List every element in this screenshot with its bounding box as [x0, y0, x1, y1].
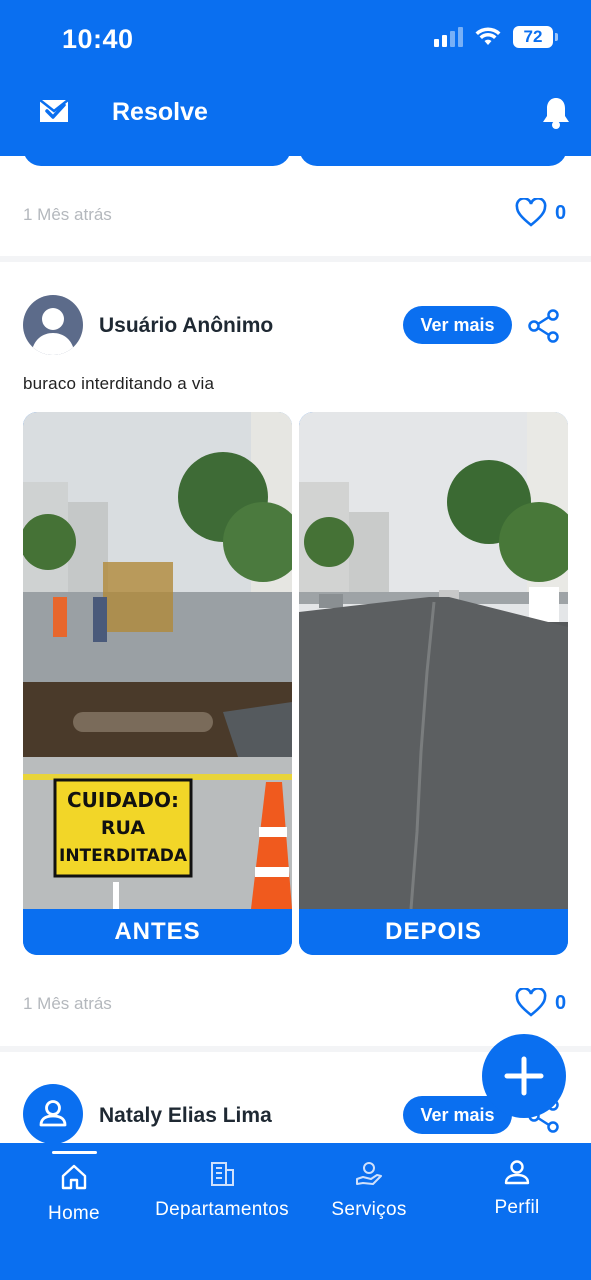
nav-servicos-label: Serviços — [331, 1199, 407, 1220]
home-icon — [61, 1164, 87, 1190]
nav-perfil[interactable]: Perfil — [486, 1159, 548, 1219]
bell-icon[interactable] — [541, 96, 571, 130]
previous-post-like[interactable]: 0 — [515, 198, 566, 228]
nav-active-indicator — [52, 1151, 97, 1154]
app-header: 10:40 72 Resolve — [0, 0, 591, 156]
status-time: 10:40 — [62, 24, 134, 54]
building-icon — [211, 1162, 234, 1186]
signal-icon — [434, 27, 463, 47]
screen: 10:40 72 Resolve 1 Mês atrás 0 Usuário A… — [0, 0, 591, 1280]
post-divider — [0, 256, 591, 262]
next-post-user-name[interactable]: Nataly Elias Lima — [99, 1104, 272, 1128]
nav-departamentos-label: Departamentos — [155, 1199, 289, 1220]
plus-icon — [504, 1056, 544, 1096]
battery-icon: 72 — [513, 26, 558, 48]
sign-text-1: CUIDADO: — [67, 788, 179, 812]
wifi-icon — [475, 27, 501, 45]
post-text: buraco interditando a via — [23, 374, 215, 393]
avatar[interactable] — [23, 295, 83, 355]
heart-icon — [515, 988, 547, 1017]
status-icons: 72 — [434, 26, 558, 48]
person-icon — [39, 1100, 67, 1127]
post-time: 1 Mês atrás — [23, 994, 112, 1013]
post-like[interactable]: 0 — [515, 988, 566, 1018]
after-photo-image — [299, 412, 568, 909]
photo-after[interactable]: DEPOIS — [299, 412, 568, 955]
previous-post-time: 1 Mês atrás — [23, 205, 112, 224]
share-icon[interactable] — [527, 309, 561, 343]
nav-departamentos[interactable]: Departamentos — [148, 1159, 296, 1221]
like-count: 0 — [555, 201, 567, 224]
ver-mais-button[interactable]: Ver mais — [403, 306, 512, 344]
person-icon — [31, 308, 75, 355]
like-count: 0 — [555, 991, 567, 1014]
services-icon — [356, 1162, 382, 1185]
heart-icon — [515, 198, 547, 227]
add-post-button[interactable] — [482, 1034, 566, 1118]
before-photo-image: CUIDADO: RUA INTERDITADA — [23, 412, 292, 909]
app-name: Resolve — [112, 98, 208, 126]
before-label: ANTES — [23, 909, 292, 955]
nav-home[interactable]: Home — [38, 1163, 110, 1225]
sign-text-2: RUA — [101, 817, 145, 839]
post-user-name[interactable]: Usuário Anônimo — [99, 314, 273, 338]
photo-before[interactable]: CUIDADO: RUA INTERDITADA ANTES — [23, 412, 292, 955]
nav-home-label: Home — [48, 1203, 100, 1224]
after-label: DEPOIS — [299, 909, 568, 955]
sign-text-3: INTERDITADA — [59, 846, 188, 866]
app-logo-icon[interactable] — [38, 96, 70, 126]
bottom-nav: Home Departamentos Serviços Perfil — [0, 1143, 591, 1280]
nav-perfil-label: Perfil — [494, 1197, 540, 1218]
person-icon — [504, 1160, 530, 1185]
nav-servicos[interactable]: Serviços — [326, 1159, 412, 1221]
avatar[interactable] — [23, 1084, 83, 1144]
